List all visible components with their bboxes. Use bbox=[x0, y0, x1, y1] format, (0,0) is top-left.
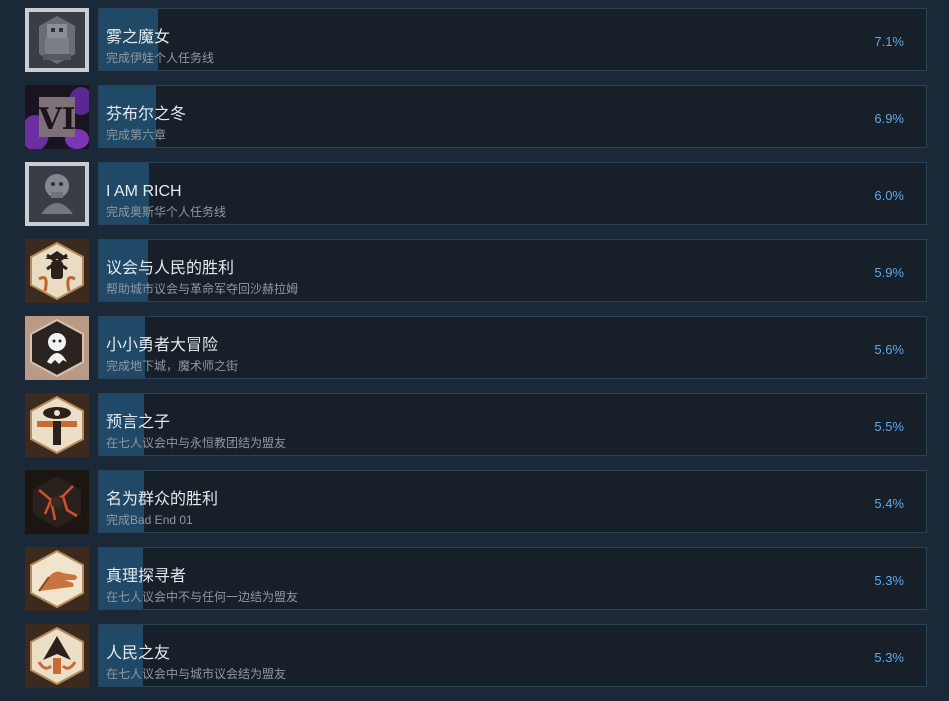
achievement-row[interactable]: 雾之魔女 完成伊娃个人任务线 7.1% bbox=[0, 8, 949, 85]
achievement-description: 完成伊娃个人任务线 bbox=[106, 51, 215, 65]
achievement-title: 预言之子 bbox=[106, 414, 171, 431]
unlock-percent: 5.5% bbox=[874, 419, 904, 434]
svg-text:VI: VI bbox=[37, 102, 75, 137]
achievement-row[interactable]: I AM RICH 完成奥斯华个人任务线 6.0% bbox=[0, 162, 949, 239]
achievement-row[interactable]: 名为群众的胜利 完成Bad End 01 5.4% bbox=[0, 470, 949, 547]
achievement-description: 帮助城市议会与革命军夺回沙赫拉姆 bbox=[106, 282, 299, 296]
unlock-percent: 5.3% bbox=[874, 573, 904, 588]
achievement-bar: 预言之子 在七人议会中与永恒教团结为盟友 5.5% bbox=[98, 393, 927, 456]
achievement-bar: 名为群众的胜利 完成Bad End 01 5.4% bbox=[98, 470, 927, 533]
achievement-row[interactable]: 预言之子 在七人议会中与永恒教团结为盟友 5.5% bbox=[0, 393, 949, 470]
achievement-bar: 小小勇者大冒险 完成地下城，魔术师之街 5.6% bbox=[98, 316, 927, 379]
achievement-row[interactable]: 小小勇者大冒险 完成地下城，魔术师之街 5.6% bbox=[0, 316, 949, 393]
achievement-description: 完成第六章 bbox=[106, 128, 167, 142]
unlock-percent: 5.6% bbox=[874, 342, 904, 357]
raised-fist-badge-icon bbox=[25, 239, 89, 303]
achievement-title: 芬布尔之冬 bbox=[106, 106, 187, 123]
achievement-title: 名为群众的胜利 bbox=[106, 491, 219, 508]
stone-knight-icon bbox=[25, 8, 89, 72]
achievement-description: 完成奥斯华个人任务线 bbox=[106, 205, 227, 219]
stone-bust-icon bbox=[25, 162, 89, 226]
little-ghost-icon bbox=[25, 316, 89, 380]
pointed-shield-badge-icon bbox=[25, 624, 89, 688]
achievement-bar: 真理探寻者 在七人议会中不与任何一边结为盟友 5.3% bbox=[98, 547, 927, 610]
unlock-percent: 7.1% bbox=[874, 34, 904, 49]
unlock-percent: 6.9% bbox=[874, 111, 904, 126]
achievement-title: I AM RICH bbox=[106, 183, 182, 200]
unlock-percent: 6.0% bbox=[874, 188, 904, 203]
cracked-lava-icon bbox=[25, 470, 89, 534]
achievement-bar: 人民之友 在七人议会中与城市议会结为盟友 5.3% bbox=[98, 624, 927, 687]
achievement-description: 在七人议会中与永恒教团结为盟友 bbox=[106, 436, 287, 450]
unlock-percent: 5.4% bbox=[874, 496, 904, 511]
eye-pillar-badge-icon bbox=[25, 393, 89, 457]
achievement-row[interactable]: 人民之友 在七人议会中与城市议会结为盟友 5.3% bbox=[0, 624, 949, 701]
achievement-description: 在七人议会中不与任何一边结为盟友 bbox=[106, 590, 299, 604]
roman-six-icon: VI bbox=[25, 85, 89, 149]
achievement-title: 人民之友 bbox=[106, 645, 171, 662]
achievement-title: 真理探寻者 bbox=[106, 568, 187, 585]
achievement-bar: 议会与人民的胜利 帮助城市议会与革命军夺回沙赫拉姆 5.9% bbox=[98, 239, 927, 302]
achievement-bar: I AM RICH 完成奥斯华个人任务线 6.0% bbox=[98, 162, 927, 225]
achievement-row[interactable]: VI 芬布尔之冬 完成第六章 6.9% bbox=[0, 85, 949, 162]
achievement-list: 雾之魔女 完成伊娃个人任务线 7.1% VI 芬布尔之冬 完成第六章 6.9% bbox=[0, 0, 949, 697]
achievement-row[interactable]: 真理探寻者 在七人议会中不与任何一边结为盟友 5.3% bbox=[0, 547, 949, 624]
achievement-title: 小小勇者大冒险 bbox=[106, 337, 219, 354]
unlock-percent: 5.9% bbox=[874, 265, 904, 280]
achievement-bar: 芬布尔之冬 完成第六章 6.9% bbox=[98, 85, 927, 148]
achievement-bar: 雾之魔女 完成伊娃个人任务线 7.1% bbox=[98, 8, 927, 71]
achievement-description: 完成Bad End 01 bbox=[106, 513, 193, 527]
achievement-title: 议会与人民的胜利 bbox=[106, 260, 235, 277]
achievement-title: 雾之魔女 bbox=[106, 29, 171, 46]
achievement-description: 在七人议会中与城市议会结为盟友 bbox=[106, 667, 287, 681]
achievement-row[interactable]: 议会与人民的胜利 帮助城市议会与革命军夺回沙赫拉姆 5.9% bbox=[0, 239, 949, 316]
achievement-description: 完成地下城，魔术师之街 bbox=[106, 359, 239, 373]
open-hand-badge-icon bbox=[25, 547, 89, 611]
unlock-percent: 5.3% bbox=[874, 650, 904, 665]
